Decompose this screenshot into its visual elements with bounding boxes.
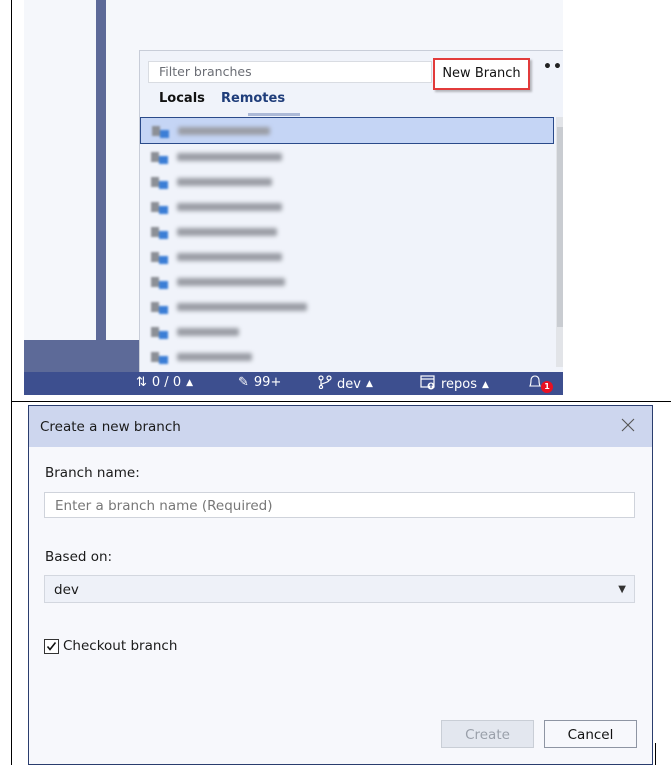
notifications-button[interactable] — [528, 375, 542, 394]
branch-list-item[interactable] — [140, 144, 554, 169]
caret-up-icon: ▲ — [482, 379, 489, 390]
create-branch-dialog: Create a new branch Branch name: Enter a… — [28, 405, 653, 765]
branch-list-item[interactable] — [140, 244, 554, 269]
checkout-branch-label: Checkout branch — [63, 638, 178, 654]
scrollbar-thumb[interactable] — [557, 127, 563, 327]
status-bar: ⇅ 0 / 0 ▲ ✎ 99+ dev ▲ repos ▲ 1 — [24, 372, 563, 395]
sidebar-stripe — [96, 0, 106, 340]
branch-list-item[interactable] — [140, 344, 554, 369]
more-options-button[interactable]: ••• — [543, 59, 563, 75]
branch-label: dev — [337, 376, 361, 392]
remote-branch-icon — [151, 275, 169, 289]
remote-branch-icon — [151, 175, 169, 189]
branch-picker-screenshot: Filter branches New Branch ••• Locals Re… — [24, 0, 563, 395]
branch-list-item[interactable] — [140, 219, 554, 244]
background-panel — [24, 340, 140, 372]
frame-divider — [11, 401, 671, 402]
based-on-label: Based on: — [45, 549, 113, 565]
branch-name-blurred — [177, 252, 282, 261]
remote-branch-icon — [151, 325, 169, 339]
remote-branch-icon — [151, 150, 169, 164]
chevron-down-icon: ▼ — [618, 584, 626, 595]
checkout-branch-option[interactable]: Checkout branch — [44, 638, 177, 654]
checkmark-icon — [46, 641, 57, 651]
branch-name-blurred — [177, 352, 252, 361]
branch-name-blurred — [177, 327, 239, 336]
branch-name-blurred — [177, 227, 277, 236]
tab-locals[interactable]: Locals — [159, 91, 205, 106]
branch-list-item[interactable] — [140, 194, 554, 219]
remote-branch-icon — [151, 300, 169, 314]
pencil-icon: ✎ — [238, 375, 249, 390]
bell-icon — [528, 375, 542, 394]
branch-name-blurred — [177, 302, 307, 311]
up-down-arrows-icon: ⇅ — [136, 375, 147, 390]
frame-divider — [655, 743, 656, 765]
based-on-value: dev — [54, 582, 79, 598]
repository-selector[interactable]: repos ▲ — [420, 375, 489, 394]
remote-branch-icon — [151, 250, 169, 264]
checkout-branch-checkbox[interactable] — [44, 638, 59, 654]
dialog-title: Create a new branch — [40, 419, 181, 435]
branch-name-blurred — [178, 126, 270, 135]
close-icon — [621, 418, 635, 432]
branch-list-item[interactable] — [140, 169, 554, 194]
tab-remotes[interactable]: Remotes — [221, 91, 285, 106]
filter-branches-input[interactable]: Filter branches — [148, 61, 432, 83]
branch-name-blurred — [177, 277, 285, 286]
remote-branch-icon — [152, 124, 170, 138]
branch-list-item[interactable] — [140, 117, 554, 144]
branch-name-blurred — [177, 202, 282, 211]
branch-list-item[interactable] — [140, 319, 554, 344]
sync-count: 0 / 0 — [151, 375, 182, 390]
sync-status[interactable]: ⇅ 0 / 0 ▲ — [136, 375, 193, 390]
changes-count: 99+ — [253, 375, 282, 390]
close-button[interactable] — [620, 417, 636, 433]
branch-list — [140, 117, 554, 369]
caret-up-icon: ▲ — [365, 379, 373, 389]
based-on-select[interactable]: dev ▼ — [44, 575, 635, 603]
git-branch-icon — [318, 375, 332, 393]
branch-list-item[interactable] — [140, 294, 554, 319]
pending-changes[interactable]: ✎ 99+ — [238, 375, 281, 390]
branch-name-blurred — [177, 177, 272, 186]
cancel-button[interactable]: Cancel — [544, 720, 637, 748]
remote-branch-icon — [151, 350, 169, 364]
caret-up-icon: ▲ — [186, 377, 194, 388]
remote-branch-icon — [151, 200, 169, 214]
branch-list-item[interactable] — [140, 269, 554, 294]
branch-list-scrollbar[interactable] — [556, 117, 563, 367]
dialog-header: Create a new branch — [29, 406, 652, 447]
frame-divider — [11, 0, 12, 765]
notification-badge: 1 — [541, 381, 553, 393]
repository-icon — [420, 375, 436, 394]
current-branch[interactable]: dev ▲ — [318, 375, 373, 393]
branch-panel: Filter branches New Branch ••• Locals Re… — [139, 50, 563, 373]
branch-name-blurred — [177, 152, 282, 161]
branch-name-label: Branch name: — [45, 465, 140, 481]
remote-branch-icon — [151, 225, 169, 239]
tab-indicator — [248, 113, 300, 116]
create-button[interactable]: Create — [441, 720, 534, 748]
branch-name-input[interactable]: Enter a branch name (Required) — [44, 492, 635, 518]
new-branch-button[interactable]: New Branch — [433, 58, 530, 90]
repo-label: repos — [441, 377, 478, 392]
